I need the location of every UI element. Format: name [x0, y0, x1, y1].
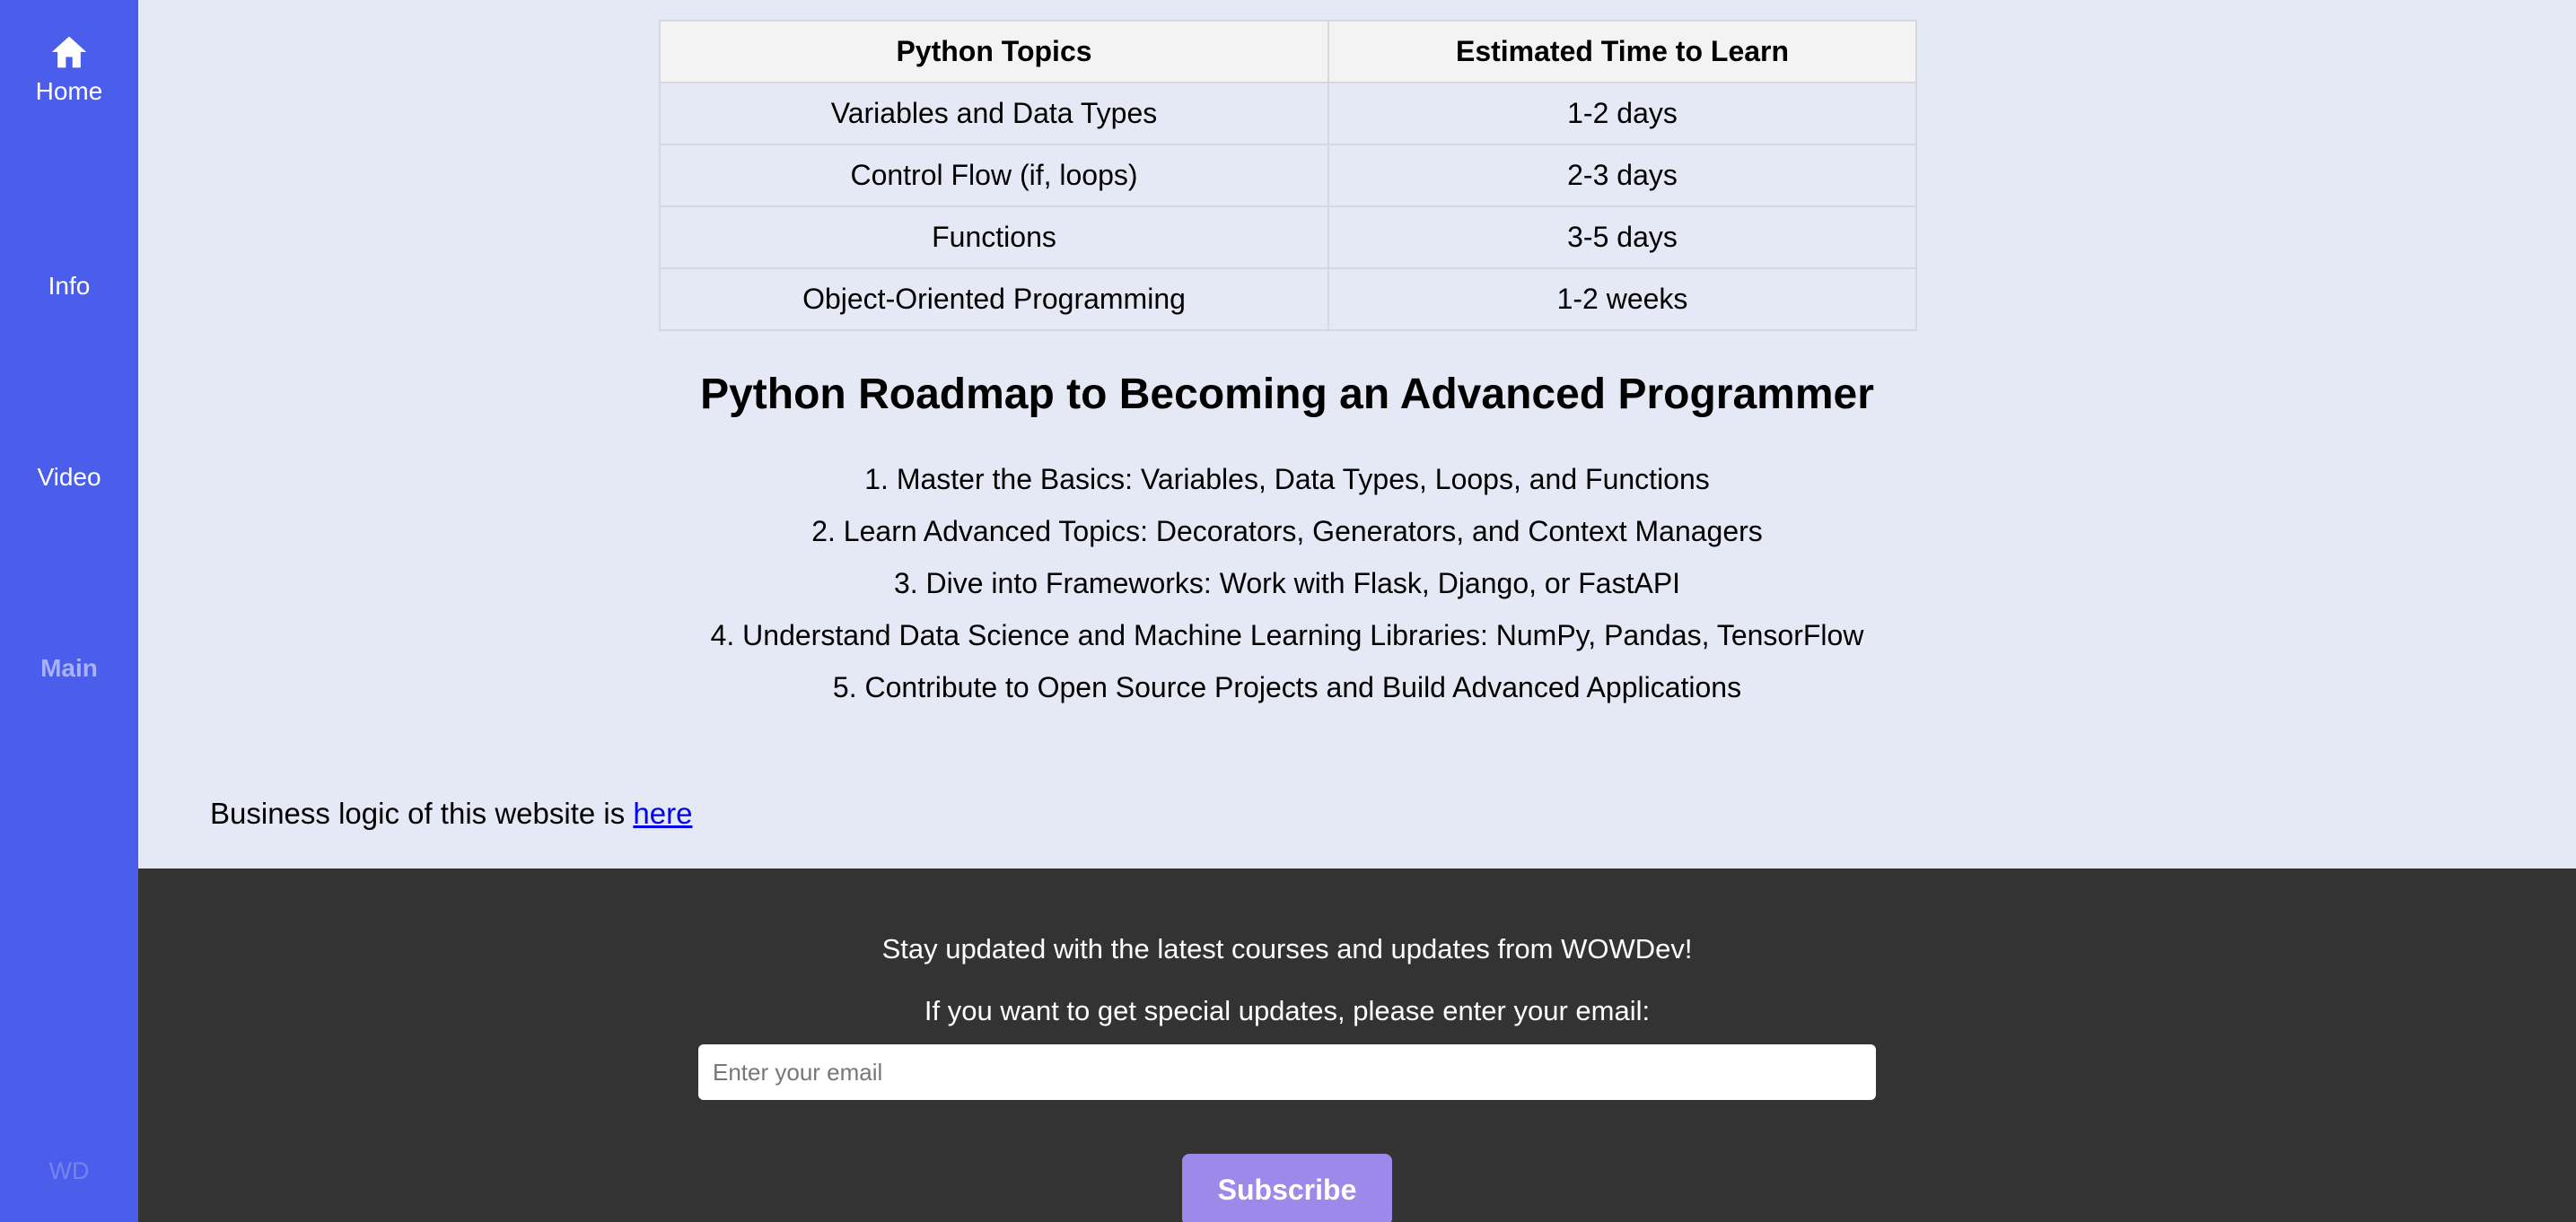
business-logic-label: Business logic of this website is — [210, 797, 634, 830]
table-cell-time: 1-2 weeks — [1327, 267, 1917, 331]
sidebar-item-main[interactable]: Main — [0, 654, 138, 683]
business-logic-text: Business logic of this website is here — [210, 797, 692, 831]
table-cell-time: 2-3 days — [1327, 144, 1917, 207]
footer: Stay updated with the latest courses and… — [138, 868, 2576, 1222]
roadmap-list: 1. Master the Basics: Variables, Data Ty… — [138, 456, 2436, 716]
list-item: 4. Understand Data Science and Machine L… — [710, 619, 1864, 651]
brand-logo: WD — [48, 1157, 90, 1184]
table-cell-topic: Object-Oriented Programming — [659, 267, 1329, 331]
business-logic-link[interactable]: here — [633, 797, 692, 830]
table-header-topics: Python Topics — [659, 20, 1329, 83]
sidebar-item-label: Home — [35, 77, 103, 105]
table-row: Control Flow (if, loops) 2-3 days — [659, 144, 1917, 207]
home-icon — [51, 36, 87, 68]
roadmap-title: Python Roadmap to Becoming an Advanced P… — [700, 371, 1874, 418]
table-cell-topic: Functions — [659, 205, 1329, 269]
list-item: 2. Learn Advanced Topics: Decorators, Ge… — [811, 515, 1763, 547]
list-item: 5. Contribute to Open Source Projects an… — [832, 671, 1742, 703]
list-item: 1. Master the Basics: Variables, Data Ty… — [864, 463, 1710, 495]
sidebar-item-home[interactable]: Home — [0, 32, 138, 106]
table-row: Variables and Data Types 1-2 days — [659, 82, 1917, 145]
subscribe-button[interactable]: Subscribe — [1182, 1154, 1392, 1222]
table-header-row: Python Topics Estimated Time to Learn — [659, 20, 1917, 83]
table-row: Object-Oriented Programming 1-2 weeks — [659, 267, 1917, 331]
sidebar-item-label: Info — [48, 272, 91, 300]
table-header-time: Estimated Time to Learn — [1327, 20, 1917, 83]
table-cell-time: 1-2 days — [1327, 82, 1917, 145]
table-row: Functions 3-5 days — [659, 205, 1917, 269]
sidebar-item-video[interactable]: Video — [0, 463, 138, 492]
table-cell-time: 3-5 days — [1327, 205, 1917, 269]
sidebar-item-label: Main — [40, 654, 98, 682]
main-content: Python Topics Estimated Time to Learn Va… — [138, 0, 2576, 868]
topics-table: Python Topics Estimated Time to Learn Va… — [659, 20, 1917, 331]
sidebar-item-info[interactable]: Info — [0, 272, 138, 301]
footer-tagline: Stay updated with the latest courses and… — [881, 933, 1693, 965]
sidebar: Home Info Video Main WD — [0, 0, 138, 1222]
sidebar-item-label: Video — [37, 463, 101, 491]
table-cell-topic: Control Flow (if, loops) — [659, 144, 1329, 207]
footer-email-prompt: If you want to get special updates, plea… — [924, 995, 1651, 1026]
email-input[interactable] — [698, 1044, 1876, 1100]
table-cell-topic: Variables and Data Types — [659, 82, 1329, 145]
list-item: 3. Dive into Frameworks: Work with Flask… — [893, 567, 1681, 599]
